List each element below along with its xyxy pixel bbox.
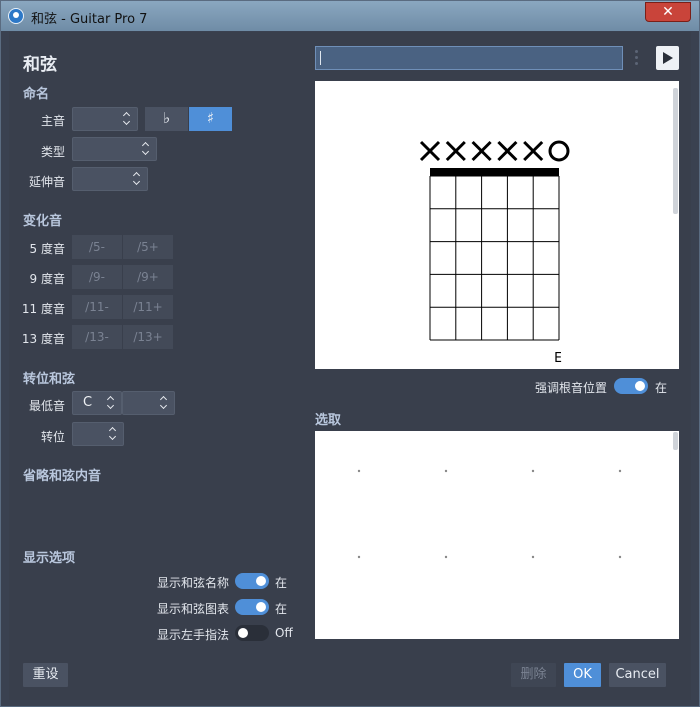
- selection-section-title: 选取: [315, 413, 342, 428]
- emphasize-root-state: 在: [655, 381, 668, 395]
- alteration-plus-button[interactable]: /5+: [123, 235, 173, 259]
- nut: [430, 168, 559, 176]
- sharp-button[interactable]: ♯: [189, 107, 232, 131]
- bass-note-value: C: [83, 395, 93, 410]
- alteration-label: 5 度音: [29, 242, 65, 256]
- show-chord-name-label: 显示和弦名称: [156, 576, 229, 590]
- window-title: 和弦 - Guitar Pro 7: [31, 12, 148, 27]
- alteration-plus-button[interactable]: /9+: [123, 265, 173, 289]
- diagram-scrollbar[interactable]: [673, 88, 678, 214]
- inversion-section-title: 转位和弦: [23, 372, 76, 387]
- open-string-marker: [548, 140, 570, 162]
- chord-name-input[interactable]: [315, 46, 623, 70]
- close-button[interactable]: ✕: [645, 2, 691, 22]
- root-label: 主音: [40, 114, 65, 128]
- type-select[interactable]: [72, 137, 157, 161]
- chord-dialog: 和弦 - Guitar Pro 7 ✕ 和弦 命名 主音 ♭ ♯ 类型 延伸音 …: [0, 0, 700, 707]
- bass-option-select[interactable]: [122, 391, 175, 415]
- updown-icon: [142, 143, 150, 155]
- selection-slot: [444, 555, 448, 559]
- alteration-minus-button[interactable]: /9-: [72, 265, 122, 289]
- selection-scrollbar[interactable]: [673, 432, 678, 450]
- alteration-label: 9 度音: [29, 272, 65, 286]
- extension-label: 延伸音: [28, 175, 65, 189]
- show-chord-name-state: 在: [275, 576, 288, 590]
- bottom-note-label: E: [554, 351, 562, 366]
- alteration-label: 13 度音: [21, 332, 65, 346]
- muted-string-marker: [445, 140, 466, 162]
- string-markers: [419, 140, 570, 162]
- alteration-minus-button[interactable]: /11-: [72, 295, 122, 319]
- selection-slot: [357, 555, 361, 559]
- inversion-label: 转位: [40, 430, 65, 444]
- title-bar[interactable]: 和弦 - Guitar Pro 7 ✕: [1, 1, 699, 31]
- muted-string-marker: [523, 140, 544, 162]
- root-select[interactable]: [72, 107, 138, 131]
- updown-icon: [160, 397, 168, 409]
- selection-slot: [531, 555, 535, 559]
- updown-icon: [107, 397, 115, 409]
- selection-slot: [618, 555, 622, 559]
- show-chord-diagram-label: 显示和弦图表: [156, 602, 229, 616]
- emphasize-root-label: 强调根音位置: [534, 381, 607, 395]
- muted-string-marker: [419, 140, 441, 162]
- guitar-pro-icon: [8, 8, 24, 24]
- show-chord-diagram-state: 在: [275, 602, 288, 616]
- selection-slot: [444, 469, 448, 473]
- naming-section-title: 命名: [23, 87, 50, 102]
- emphasize-root-toggle[interactable]: [614, 378, 648, 394]
- type-label: 类型: [40, 145, 65, 159]
- show-fingering-state: Off: [275, 626, 293, 640]
- alteration-section-title: 变化音: [23, 214, 63, 229]
- extension-select[interactable]: [72, 167, 148, 191]
- display-section-title: 显示选项: [23, 551, 76, 566]
- chord-heading: 和弦: [23, 55, 57, 75]
- close-icon: ✕: [662, 4, 674, 20]
- omit-section-title: 省略和弦内音: [23, 469, 102, 484]
- more-options-icon[interactable]: [635, 50, 638, 66]
- selection-slot: [531, 469, 535, 473]
- dialog-body: 和弦 命名 主音 ♭ ♯ 类型 延伸音 变化音 5 度音/5-/5+ 9 度音/9…: [9, 32, 691, 700]
- cancel-button[interactable]: Cancel: [609, 663, 666, 687]
- alteration-minus-button[interactable]: /5-: [72, 235, 122, 259]
- show-chord-name-toggle[interactable]: [235, 573, 269, 589]
- chord-selection-panel[interactable]: [315, 431, 679, 639]
- flat-button[interactable]: ♭: [145, 107, 188, 131]
- alteration-plus-button[interactable]: /13+: [123, 325, 173, 349]
- fret-grid: [429, 175, 560, 341]
- play-button[interactable]: [656, 46, 679, 70]
- alteration-minus-button[interactable]: /13-: [72, 325, 122, 349]
- updown-icon: [123, 113, 131, 125]
- bass-label: 最低音: [28, 399, 65, 413]
- selection-slot: [357, 469, 361, 473]
- chord-diagram-panel[interactable]: E: [315, 81, 679, 369]
- selection-slot: [618, 469, 622, 473]
- selection-grid: [357, 469, 622, 559]
- alteration-label: 11 度音: [21, 302, 65, 316]
- updown-icon: [109, 428, 117, 440]
- chord-diagram: E: [419, 140, 570, 366]
- reset-button[interactable]: 重设: [23, 663, 68, 687]
- bass-note-select[interactable]: C: [72, 391, 122, 415]
- alteration-plus-button[interactable]: /11+: [123, 295, 173, 319]
- delete-button[interactable]: 删除: [511, 663, 556, 687]
- ok-button[interactable]: OK: [564, 663, 601, 687]
- show-fingering-toggle[interactable]: [235, 625, 269, 641]
- show-fingering-label: 显示左手指法: [156, 628, 229, 642]
- updown-icon: [133, 173, 141, 185]
- show-chord-diagram-toggle[interactable]: [235, 599, 269, 615]
- muted-string-marker: [497, 140, 518, 162]
- inversion-select[interactable]: [72, 422, 124, 446]
- muted-string-marker: [471, 140, 492, 162]
